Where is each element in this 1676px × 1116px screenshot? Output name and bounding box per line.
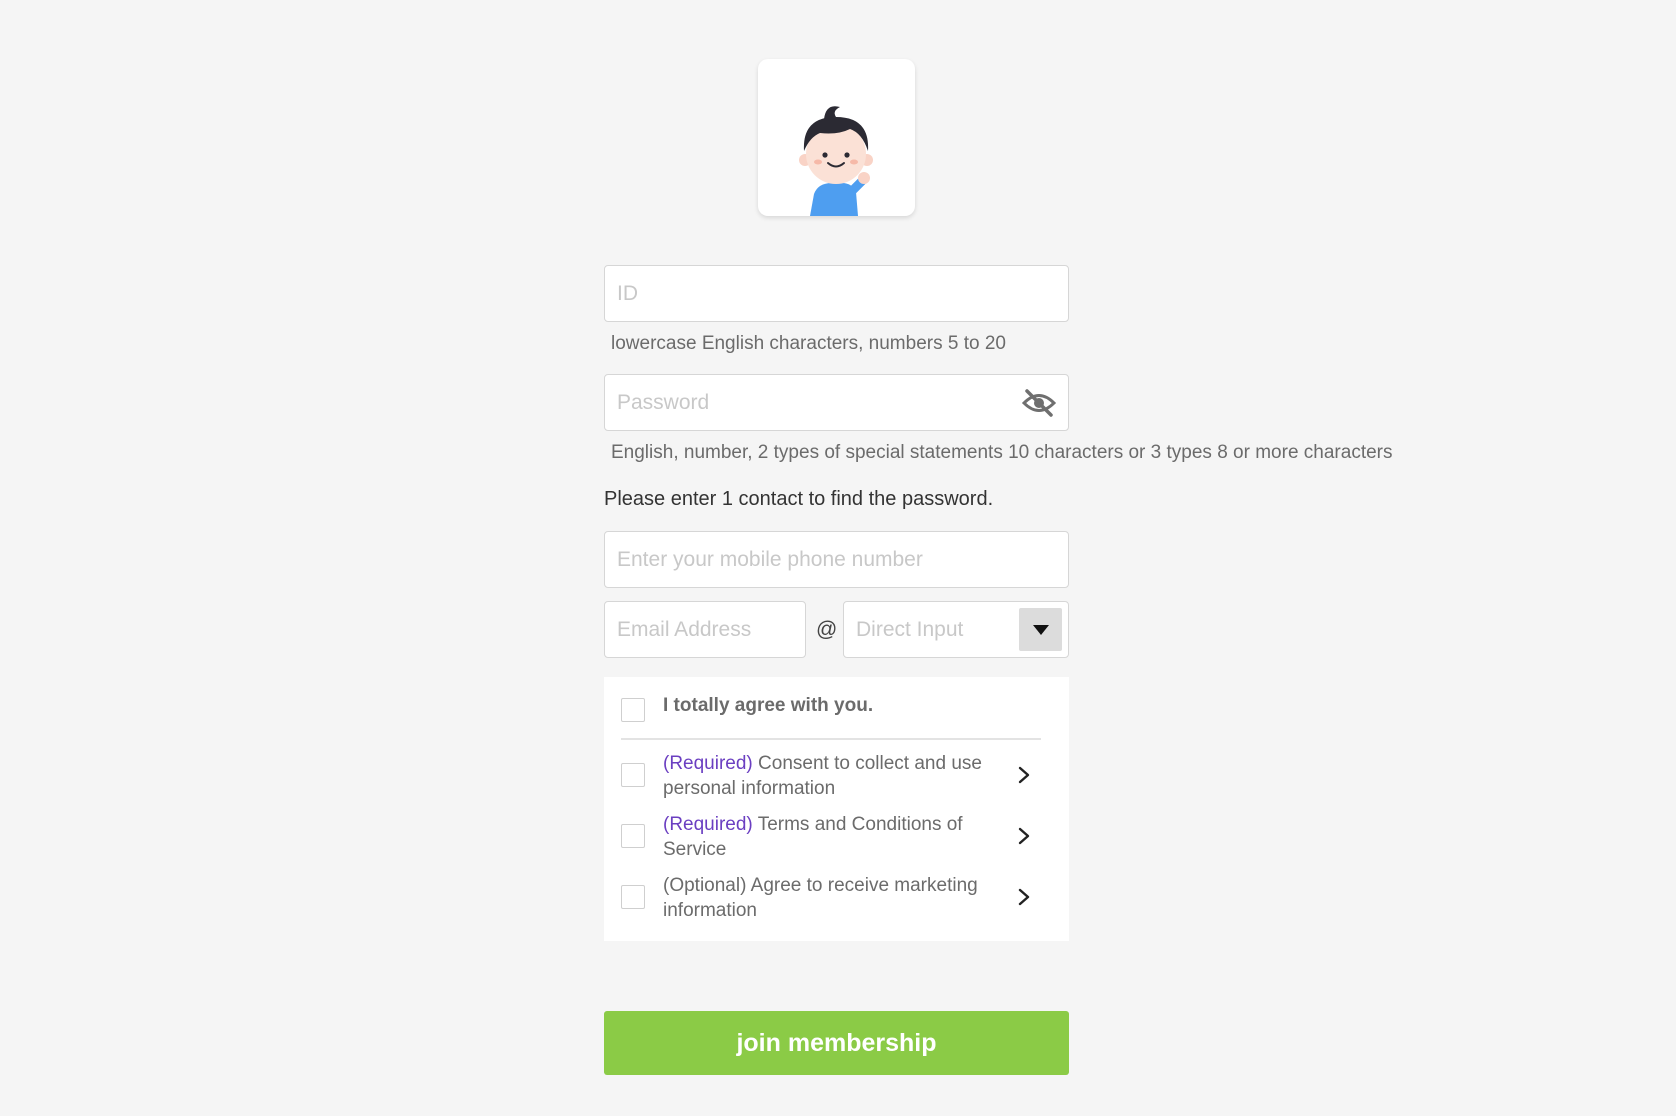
at-sign: @ [816, 618, 838, 641]
terms-divider [621, 738, 1041, 740]
agree-all-label: I totally agree with you. [663, 695, 874, 716]
domain-dropdown-button[interactable] [1019, 608, 1062, 651]
password-field[interactable] [604, 374, 1069, 431]
avatar [758, 59, 915, 216]
terms-item-service: (Required) Terms and Conditions of Servi… [663, 812, 993, 862]
required-tag: (Required) [663, 814, 753, 835]
email-input[interactable] [605, 602, 805, 657]
email-field[interactable] [604, 601, 806, 658]
phone-input[interactable] [605, 532, 1068, 587]
password-hint: English, number, 2 types of special stat… [611, 442, 1393, 463]
terms-item-marketing: (Optional) Agree to receive marketing in… [663, 873, 993, 923]
id-input[interactable] [605, 266, 1068, 321]
email-domain-select[interactable] [843, 601, 1069, 658]
terms-item-label: (Optional) Agree to receive marketing in… [663, 875, 978, 921]
id-hint: lowercase English characters, numbers 5 … [611, 333, 1006, 354]
agree-all-checkbox[interactable] [621, 698, 645, 722]
terms-checkbox-service[interactable] [621, 824, 645, 848]
password-input[interactable] [605, 375, 1068, 430]
terms-checkbox-privacy[interactable] [621, 763, 645, 787]
contact-section-label: Please enter 1 contact to find the passw… [604, 488, 994, 510]
signup-page: lowercase English characters, numbers 5 … [0, 0, 1676, 1116]
hide-password-toggle[interactable] [1020, 385, 1058, 421]
join-membership-button[interactable]: join membership [604, 1011, 1069, 1075]
terms-item-privacy: (Required) Consent to collect and use pe… [663, 751, 993, 801]
caret-down-icon [1032, 624, 1049, 635]
chevron-right-icon[interactable] [1014, 765, 1034, 785]
terms-panel: I totally agree with you. (Required) Con… [604, 677, 1069, 941]
chevron-right-icon[interactable] [1014, 826, 1034, 846]
phone-field[interactable] [604, 531, 1069, 588]
terms-checkbox-marketing[interactable] [621, 885, 645, 909]
id-field[interactable] [604, 265, 1069, 322]
boy-avatar-illustration [799, 106, 873, 216]
required-tag: (Required) [663, 753, 753, 774]
chevron-right-icon[interactable] [1014, 887, 1034, 907]
eye-slash-icon [1022, 389, 1056, 417]
